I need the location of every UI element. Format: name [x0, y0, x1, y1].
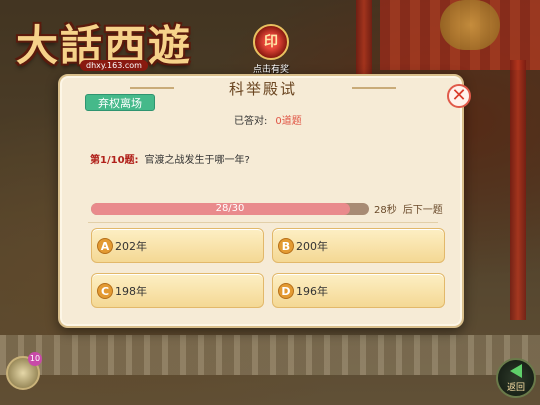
countdown-seconds: 28秒	[374, 205, 397, 216]
countdown: 28秒 后下一题	[374, 201, 443, 216]
answered-count: 已答对: 0道题	[234, 112, 302, 127]
divider	[88, 222, 438, 223]
option-text: 196年	[296, 284, 328, 298]
question-number: 第1/10题:	[90, 155, 139, 166]
option-c-button[interactable]: C 198年	[91, 273, 264, 308]
avatar-badge: 10	[28, 352, 42, 366]
forfeit-button[interactable]: 弃权离场	[85, 94, 155, 111]
option-letter-icon: B	[278, 237, 294, 254]
logo-url: dhxy.163.com	[80, 60, 148, 71]
time-progress-bar: 28/30	[91, 203, 369, 215]
seal-icon: 印	[253, 24, 289, 60]
title-ornament	[352, 87, 396, 89]
progress-text: 28/30	[215, 203, 245, 214]
option-letter-icon: A	[97, 237, 113, 254]
question: 第1/10题: 官渡之战发生于哪一年?	[90, 151, 250, 166]
option-letter-icon: D	[278, 282, 294, 299]
title-ornament	[130, 87, 174, 89]
answered-label: 已答对:	[234, 116, 268, 127]
option-b-button[interactable]: B 200年	[272, 228, 445, 263]
option-d-button[interactable]: D 196年	[272, 273, 445, 308]
back-arrow-icon	[510, 363, 522, 378]
bg-pillar	[510, 60, 526, 320]
back-button[interactable]: 返回	[496, 358, 536, 398]
reward-badge[interactable]: 印 点击有奖	[246, 24, 296, 78]
option-text: 198年	[115, 284, 147, 298]
game-logo: 大話西遊 dhxy.163.com	[16, 12, 216, 76]
dialog-title: 科举殿试	[228, 80, 297, 98]
bg-railing	[0, 335, 540, 375]
back-label: 返回	[506, 382, 525, 393]
option-a-button[interactable]: A 202年	[91, 228, 264, 263]
option-letter-icon: C	[97, 282, 113, 299]
exam-dialog: 科举殿试 ✕ 弃权离场 已答对: 0道题 第1/10题: 官渡之战发生于哪一年? 2…	[58, 74, 471, 328]
option-text: 202年	[115, 239, 147, 253]
close-button[interactable]: ✕	[445, 78, 473, 114]
question-text: 官渡之战发生于哪一年?	[144, 155, 250, 166]
countdown-next-label: 后下一题	[402, 205, 443, 216]
bg-dragon	[440, 0, 500, 50]
option-text: 200年	[296, 239, 328, 253]
close-icon: ✕	[447, 84, 471, 108]
answered-value: 0道题	[275, 116, 302, 127]
